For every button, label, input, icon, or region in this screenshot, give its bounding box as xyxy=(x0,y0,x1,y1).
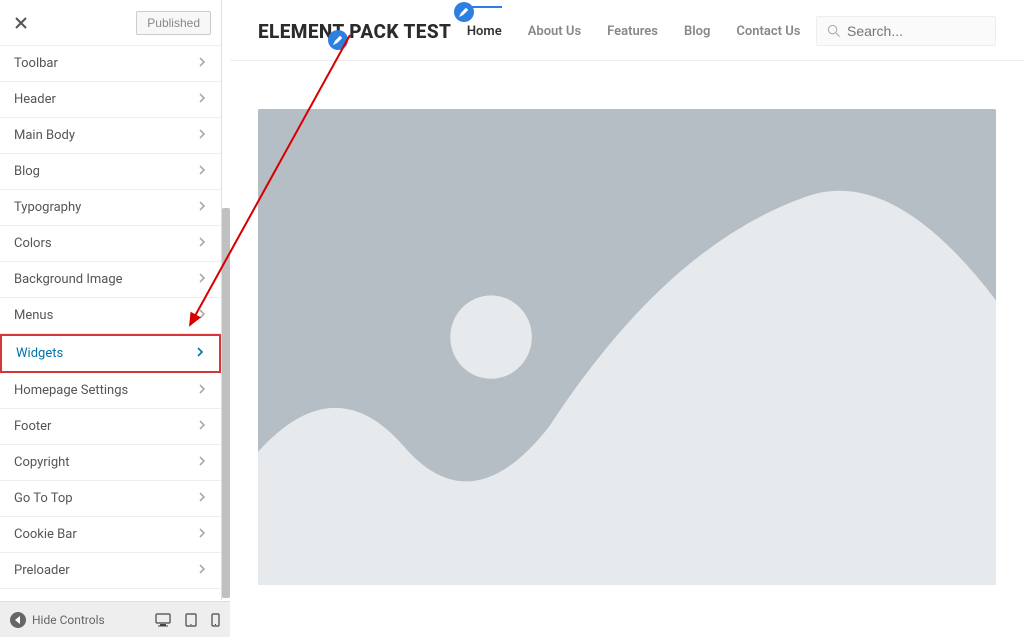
placeholder-graphic-icon xyxy=(258,109,996,585)
panel-item-widgets[interactable]: Widgets xyxy=(0,334,221,373)
mobile-icon[interactable] xyxy=(211,613,220,627)
panel-item-main-body[interactable]: Main Body xyxy=(0,118,221,154)
panel-item-label: Go To Top xyxy=(14,491,73,506)
chevron-right-icon xyxy=(197,491,207,506)
panel-item-preloader[interactable]: Preloader xyxy=(0,553,221,589)
tablet-icon[interactable] xyxy=(185,613,197,627)
panel-item-label: Widgets xyxy=(16,346,63,361)
panel-item-label: Background Image xyxy=(14,272,123,287)
panel-item-blog[interactable]: Blog xyxy=(0,154,221,190)
panel-item-header[interactable]: Header xyxy=(0,82,221,118)
edit-icon[interactable] xyxy=(328,30,348,50)
nav-link-home[interactable]: Home xyxy=(467,24,502,39)
site-logo[interactable]: ELEMENT PACK TEST xyxy=(258,20,451,43)
panel-item-label: Toolbar xyxy=(14,56,58,71)
nav-link-features[interactable]: Features xyxy=(607,24,658,39)
bottom-bar: Hide Controls xyxy=(0,601,230,637)
chevron-right-icon xyxy=(197,56,207,71)
panel-item-typography[interactable]: Typography xyxy=(0,190,221,226)
sidebar-scrollbar[interactable] xyxy=(222,208,230,598)
hide-controls-button[interactable]: Hide Controls xyxy=(10,612,105,628)
panel-item-label: Preloader xyxy=(14,563,70,578)
panel-item-footer[interactable]: Footer xyxy=(0,409,221,445)
close-button[interactable] xyxy=(10,12,32,34)
chevron-right-icon xyxy=(197,164,207,179)
close-icon xyxy=(14,16,28,30)
preview-pane: ELEMENT PACK TEST Home About Us Features Bl… xyxy=(230,0,1024,637)
panel-item-additional-css[interactable]: Additional CSS xyxy=(0,589,221,600)
chevron-right-icon xyxy=(197,236,207,251)
panel-item-label: Homepage Settings xyxy=(14,383,128,398)
search-icon xyxy=(827,23,841,39)
chevron-right-icon xyxy=(197,383,207,398)
chevron-right-icon xyxy=(197,308,207,323)
chevron-right-icon xyxy=(197,419,207,434)
main-nav: Home About Us Features Blog Contact Us xyxy=(467,24,801,39)
chevron-right-icon xyxy=(197,599,207,600)
panel-item-label: Menus xyxy=(14,308,53,323)
preview-header: ELEMENT PACK TEST Home About Us Features Bl… xyxy=(230,0,1024,61)
customizer-sidebar: Published Toolbar Header Main Body Blog Typo… xyxy=(0,0,222,600)
panel-item-label: Typography xyxy=(14,200,81,215)
panel-item-toolbar[interactable]: Toolbar xyxy=(0,46,221,82)
panel-item-label: Copyright xyxy=(14,455,70,470)
search-input[interactable] xyxy=(847,23,985,39)
hide-controls-label: Hide Controls xyxy=(32,613,105,627)
panel-item-label: Cookie Bar xyxy=(14,527,77,542)
panel-list: Toolbar Header Main Body Blog Typography Colo… xyxy=(0,46,221,600)
panel-item-menus[interactable]: Menus xyxy=(0,298,221,334)
collapse-icon xyxy=(10,612,26,628)
desktop-icon[interactable] xyxy=(155,613,171,627)
panel-item-label: Header xyxy=(14,92,56,107)
panel-item-background-image[interactable]: Background Image xyxy=(0,262,221,298)
chevron-right-icon xyxy=(197,272,207,287)
nav-link-contact-us[interactable]: Contact Us xyxy=(736,24,800,39)
chevron-right-icon xyxy=(197,527,207,542)
panel-item-cookie-bar[interactable]: Cookie Bar xyxy=(0,517,221,553)
panel-item-colors[interactable]: Colors xyxy=(0,226,221,262)
chevron-right-icon xyxy=(197,128,207,143)
panel-item-go-to-top[interactable]: Go To Top xyxy=(0,481,221,517)
panel-item-label: Footer xyxy=(14,419,51,434)
chevron-right-icon xyxy=(197,92,207,107)
nav-link-about-us[interactable]: About Us xyxy=(528,24,581,39)
search-box[interactable] xyxy=(816,16,996,46)
sidebar-header: Published xyxy=(0,0,221,46)
panel-item-copyright[interactable]: Copyright xyxy=(0,445,221,481)
chevron-right-icon xyxy=(197,200,207,215)
panel-item-label: Additional CSS xyxy=(14,599,100,600)
device-switcher xyxy=(155,613,220,627)
publish-button[interactable]: Published xyxy=(136,11,211,35)
chevron-right-icon xyxy=(195,346,205,361)
panel-item-label: Colors xyxy=(14,236,52,251)
chevron-right-icon xyxy=(197,455,207,470)
chevron-right-icon xyxy=(197,563,207,578)
panel-item-label: Blog xyxy=(14,164,40,179)
nav-link-blog[interactable]: Blog xyxy=(684,24,710,39)
image-placeholder xyxy=(258,109,996,585)
panel-item-homepage-settings[interactable]: Homepage Settings xyxy=(0,373,221,409)
edit-icon[interactable] xyxy=(454,2,474,22)
panel-item-label: Main Body xyxy=(14,128,75,143)
